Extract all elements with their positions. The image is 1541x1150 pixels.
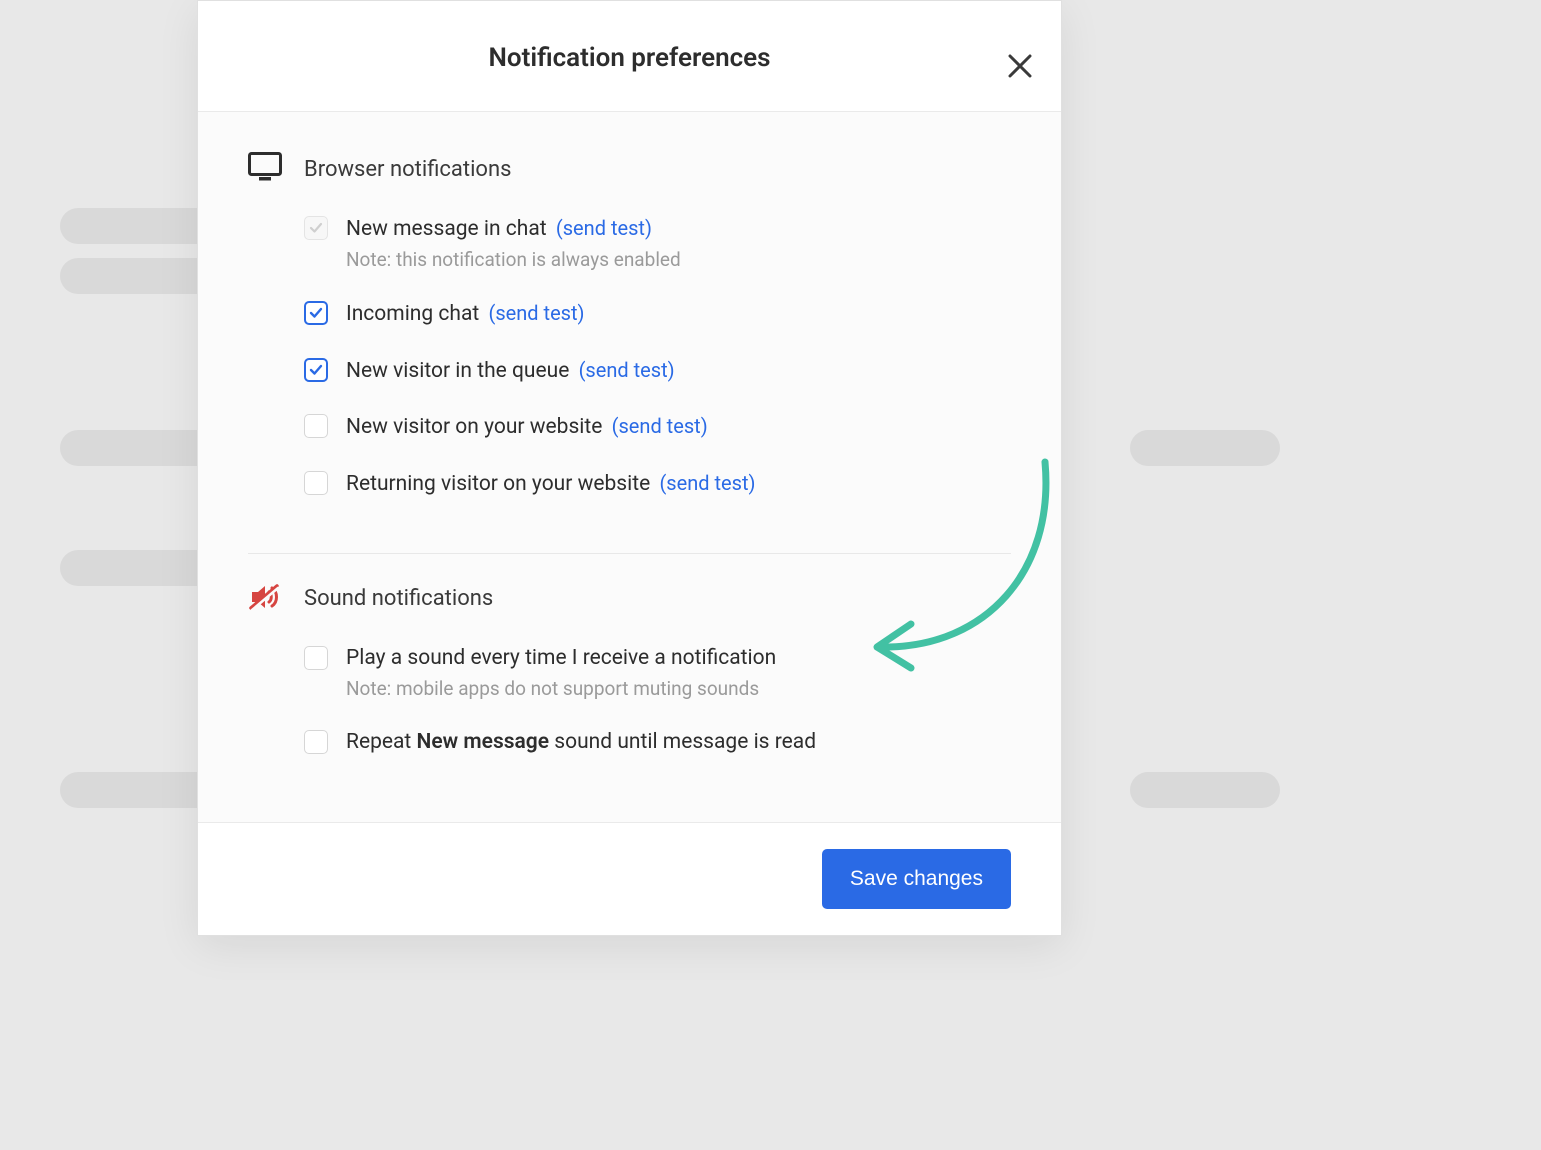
- send-test-incoming-chat[interactable]: (send test): [488, 301, 584, 325]
- browser-section-title: Browser notifications: [304, 157, 511, 182]
- modal-header: Notification preferences: [198, 1, 1061, 112]
- checkbox-repeat-sound[interactable]: [304, 730, 328, 754]
- modal-title: Notification preferences: [198, 43, 1061, 73]
- option-new-visitor-site: New visitor on your website (send test): [248, 412, 1011, 442]
- option-returning-visitor: Returning visitor on your website (send …: [248, 469, 1011, 499]
- save-changes-button[interactable]: Save changes: [822, 849, 1011, 909]
- label-returning-visitor: Returning visitor on your website (send …: [346, 469, 756, 499]
- sound-section-title: Sound notifications: [304, 586, 493, 611]
- send-test-new-visitor-queue[interactable]: (send test): [579, 358, 675, 382]
- option-new-message: New message in chat (send test) Note: th…: [248, 214, 1011, 271]
- label-incoming-chat: Incoming chat (send test): [346, 299, 585, 329]
- muted-speaker-icon: [248, 582, 282, 616]
- send-test-returning-visitor[interactable]: (send test): [659, 471, 755, 495]
- section-divider: [248, 553, 1011, 554]
- option-repeat-sound: Repeat New message sound until message i…: [248, 728, 1011, 757]
- modal-body: Browser notifications New message in cha…: [198, 112, 1061, 822]
- note-new-message: Note: this notification is always enable…: [346, 248, 681, 271]
- label-new-visitor-queue: New visitor in the queue (send test): [346, 356, 675, 386]
- checkbox-incoming-chat[interactable]: [304, 301, 328, 325]
- option-play-sound: Play a sound every time I receive a noti…: [248, 644, 1011, 700]
- modal-footer: Save changes: [198, 822, 1061, 935]
- checkbox-new-visitor-site[interactable]: [304, 414, 328, 438]
- send-test-new-message[interactable]: (send test): [556, 216, 652, 240]
- close-icon: [1007, 53, 1033, 79]
- send-test-new-visitor-site[interactable]: (send test): [612, 414, 708, 438]
- checkbox-new-message: [304, 216, 328, 240]
- close-button[interactable]: [1007, 53, 1033, 79]
- option-incoming-chat: Incoming chat (send test): [248, 299, 1011, 329]
- sound-notifications-section: Sound notifications Play a sound every t…: [248, 582, 1011, 822]
- label-new-visitor-site: New visitor on your website (send test): [346, 412, 708, 442]
- label-repeat-sound: Repeat New message sound until message i…: [346, 728, 816, 757]
- browser-notifications-section: Browser notifications New message in cha…: [248, 152, 1011, 549]
- option-new-visitor-queue: New visitor in the queue (send test): [248, 356, 1011, 386]
- notification-preferences-modal: Notification preferences Browser notific…: [197, 0, 1062, 936]
- monitor-icon: [248, 152, 282, 186]
- checkbox-returning-visitor[interactable]: [304, 471, 328, 495]
- note-play-sound: Note: mobile apps do not support muting …: [346, 677, 776, 700]
- label-new-message: New message in chat (send test): [346, 214, 681, 244]
- label-play-sound: Play a sound every time I receive a noti…: [346, 644, 776, 673]
- section-header-browser: Browser notifications: [248, 152, 1011, 186]
- section-header-sound: Sound notifications: [248, 582, 1011, 616]
- checkbox-new-visitor-queue[interactable]: [304, 358, 328, 382]
- checkbox-play-sound[interactable]: [304, 646, 328, 670]
